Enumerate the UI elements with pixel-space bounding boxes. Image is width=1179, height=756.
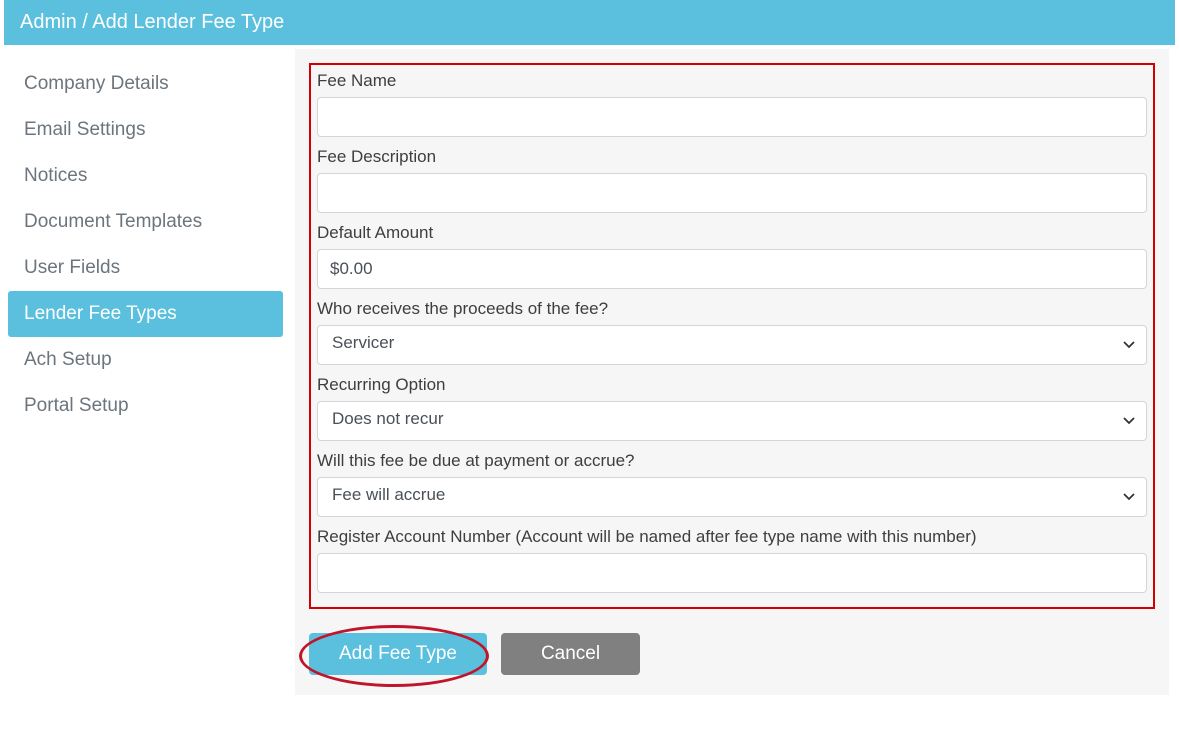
field-proceeds: Who receives the proceeds of the fee? Se… <box>317 299 1147 365</box>
cancel-button[interactable]: Cancel <box>501 633 640 675</box>
label-register: Register Account Number (Account will be… <box>317 527 1147 547</box>
label-recurring: Recurring Option <box>317 375 1147 395</box>
label-default-amount: Default Amount <box>317 223 1147 243</box>
add-fee-type-button[interactable]: Add Fee Type <box>309 633 487 675</box>
input-register[interactable] <box>317 553 1147 593</box>
sidebar-item-lender-fee-types[interactable]: Lender Fee Types <box>8 291 283 337</box>
sidebar-item-ach-setup[interactable]: Ach Setup <box>8 337 283 383</box>
select-proceeds[interactable]: Servicer <box>317 325 1147 365</box>
button-row: Add Fee Type Cancel <box>309 633 1155 675</box>
field-register: Register Account Number (Account will be… <box>317 527 1147 593</box>
breadcrumb: Admin / Add Lender Fee Type <box>20 11 284 33</box>
field-default-amount: Default Amount <box>317 223 1147 289</box>
sidebar-item-user-fields[interactable]: User Fields <box>8 245 283 291</box>
sidebar-item-document-templates[interactable]: Document Templates <box>8 199 283 245</box>
field-fee-description: Fee Description <box>317 147 1147 213</box>
input-default-amount[interactable] <box>317 249 1147 289</box>
sidebar-item-notices[interactable]: Notices <box>8 153 283 199</box>
sidebar-item-email-settings[interactable]: Email Settings <box>8 107 283 153</box>
sidebar-item-company-details[interactable]: Company Details <box>8 61 283 107</box>
sidebar-item-portal-setup[interactable]: Portal Setup <box>8 383 283 429</box>
page-header: Admin / Add Lender Fee Type <box>4 0 1175 45</box>
field-due: Will this fee be due at payment or accru… <box>317 451 1147 517</box>
label-due: Will this fee be due at payment or accru… <box>317 451 1147 471</box>
label-proceeds: Who receives the proceeds of the fee? <box>317 299 1147 319</box>
label-fee-name: Fee Name <box>317 71 1147 91</box>
main-panel: Fee Name Fee Description Default Amount … <box>295 49 1169 695</box>
input-fee-description[interactable] <box>317 173 1147 213</box>
layout: Company Details Email Settings Notices D… <box>0 49 1179 695</box>
label-fee-description: Fee Description <box>317 147 1147 167</box>
select-recurring[interactable]: Does not recur <box>317 401 1147 441</box>
input-fee-name[interactable] <box>317 97 1147 137</box>
select-due[interactable]: Fee will accrue <box>317 477 1147 517</box>
field-recurring: Recurring Option Does not recur <box>317 375 1147 441</box>
field-fee-name: Fee Name <box>317 71 1147 137</box>
form-highlight-box: Fee Name Fee Description Default Amount … <box>309 63 1155 609</box>
sidebar: Company Details Email Settings Notices D… <box>0 49 295 695</box>
